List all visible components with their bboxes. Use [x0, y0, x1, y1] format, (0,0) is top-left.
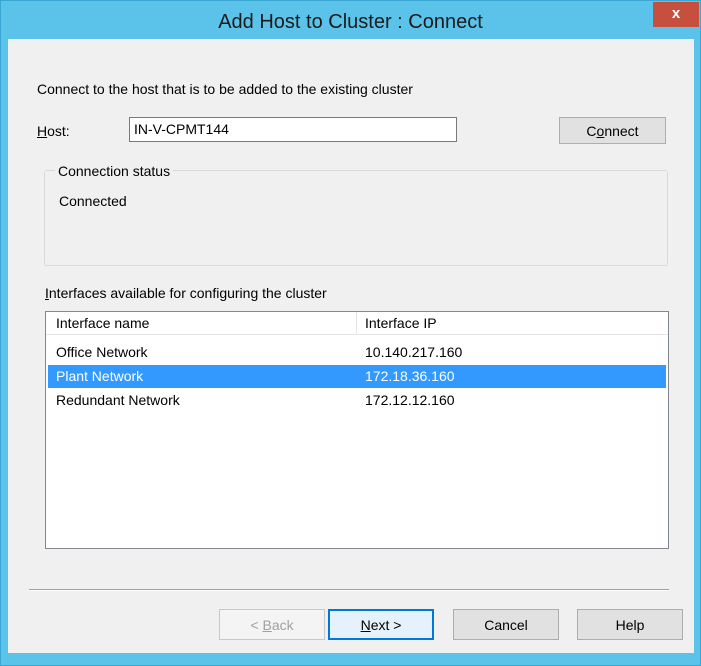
list-item[interactable]: Office Network 10.140.217.160 [48, 341, 666, 364]
cancel-button[interactable]: Cancel [453, 609, 559, 640]
back-button-label: < Back [250, 617, 293, 633]
column-header-interface-ip[interactable]: Interface IP [365, 315, 437, 331]
list-header: Interface name Interface IP [46, 312, 668, 335]
interface-name-cell: Plant Network [56, 368, 144, 384]
connect-button-label: Connect [586, 123, 638, 139]
interface-ip-cell: 172.18.36.160 [365, 368, 455, 384]
column-header-interface-name[interactable]: Interface name [56, 315, 149, 331]
host-label-rest: ost: [47, 123, 70, 139]
window-title: Add Host to Cluster : Connect [218, 11, 483, 33]
close-button[interactable]: x [653, 2, 699, 27]
interfaces-list[interactable]: Interface name Interface IP Office Netwo… [45, 311, 669, 549]
dialog-window: Add Host to Cluster : Connect x Connect … [0, 0, 701, 666]
back-button[interactable]: < Back [219, 609, 325, 640]
connection-status-group [44, 170, 668, 266]
list-item[interactable]: Redundant Network 172.12.12.160 [48, 389, 666, 412]
next-button[interactable]: Next > [328, 609, 434, 640]
host-label-accel: H [37, 123, 48, 139]
connect-label-pre: C [586, 122, 597, 139]
host-label: Host: [37, 123, 70, 139]
back-label-accel: B [262, 616, 272, 633]
column-separator[interactable] [356, 312, 357, 334]
interfaces-label-rest: nterfaces available for configuring the … [48, 285, 327, 301]
host-input[interactable]: IN-V-CPMT144 [129, 117, 457, 142]
interface-name-cell: Redundant Network [56, 392, 180, 408]
interface-ip-cell: 172.12.12.160 [365, 392, 455, 408]
help-button[interactable]: Help [577, 609, 683, 640]
next-label-accel: N [360, 616, 371, 633]
close-icon: x [671, 5, 681, 22]
next-button-label: Next > [361, 617, 402, 633]
footer-separator [29, 589, 669, 591]
list-item-selected[interactable]: Plant Network 172.18.36.160 [48, 365, 666, 388]
connection-status-value: Connected [59, 193, 127, 209]
connect-button[interactable]: Connect [559, 117, 666, 144]
interface-ip-cell: 10.140.217.160 [365, 344, 463, 360]
dialog-body: Connect to the host that is to be added … [8, 39, 694, 653]
back-label-pre: < [250, 616, 263, 633]
connection-status-legend: Connection status [55, 163, 174, 179]
interfaces-label: Interfaces available for configuring the… [45, 285, 327, 301]
intro-text: Connect to the host that is to be added … [37, 81, 413, 97]
title-bar[interactable]: Add Host to Cluster : Connect x [1, 1, 700, 39]
interface-name-cell: Office Network [56, 344, 148, 360]
next-label-post: ext > [370, 616, 402, 633]
connect-label-post: nnect [604, 122, 639, 139]
back-label-post: ack [271, 616, 294, 633]
